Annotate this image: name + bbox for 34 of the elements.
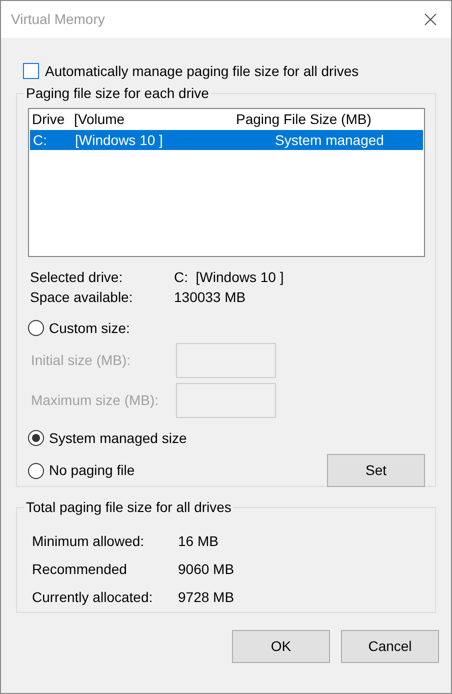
dialog-button[interactable]: Cancel (341, 630, 439, 663)
checkbox[interactable] (23, 63, 39, 79)
total-label: Recommended (32, 560, 128, 578)
radio-button[interactable] (28, 430, 44, 446)
radio-button[interactable] (28, 320, 44, 336)
info-value: C: [Windows 10 ] (174, 268, 284, 287)
info-value: 130033 MB (174, 288, 246, 306)
radio-label[interactable]: System managed size (49, 428, 187, 448)
radio-label[interactable]: No paging file (49, 460, 135, 481)
column-header[interactable]: Paging File Size (MB) (236, 109, 421, 130)
group-title: Total paging file size for all drives (25, 498, 232, 517)
field-label: Maximum size (MB): (31, 390, 160, 410)
table-cell-text: [Windows 10 ] (75, 131, 164, 150)
radio-button[interactable] (28, 462, 44, 478)
info-label: Selected drive: (30, 268, 124, 286)
total-value: 9728 MB (178, 588, 234, 606)
set-button[interactable]: Set (327, 454, 425, 487)
total-label: Minimum allowed: (32, 532, 146, 550)
field-label: Initial size (MB): (31, 350, 132, 370)
total-label: Currently allocated: (32, 588, 154, 607)
checkbox-label[interactable]: Automatically manage paging file size for all drives (45, 60, 359, 82)
dialog-button[interactable]: OK (232, 630, 330, 663)
window-title: Virtual Memory (11, 10, 105, 29)
column-header[interactable]: Drive (32, 109, 74, 130)
close-icon[interactable] (424, 13, 437, 26)
info-label: Space available: (30, 288, 134, 307)
group-title: Paging file size for each drive (25, 84, 210, 103)
drive-row[interactable]: C: [Windows 10 ] System managed (30, 130, 423, 150)
total-value: 16 MB (178, 532, 218, 550)
table-cell-text: System managed (275, 131, 385, 150)
total-value: 9060 MB (178, 560, 234, 578)
radio-label[interactable]: Custom size: (49, 318, 130, 338)
table-cell-text: C: (33, 131, 48, 150)
column-header[interactable]: [Volume (74, 109, 236, 130)
